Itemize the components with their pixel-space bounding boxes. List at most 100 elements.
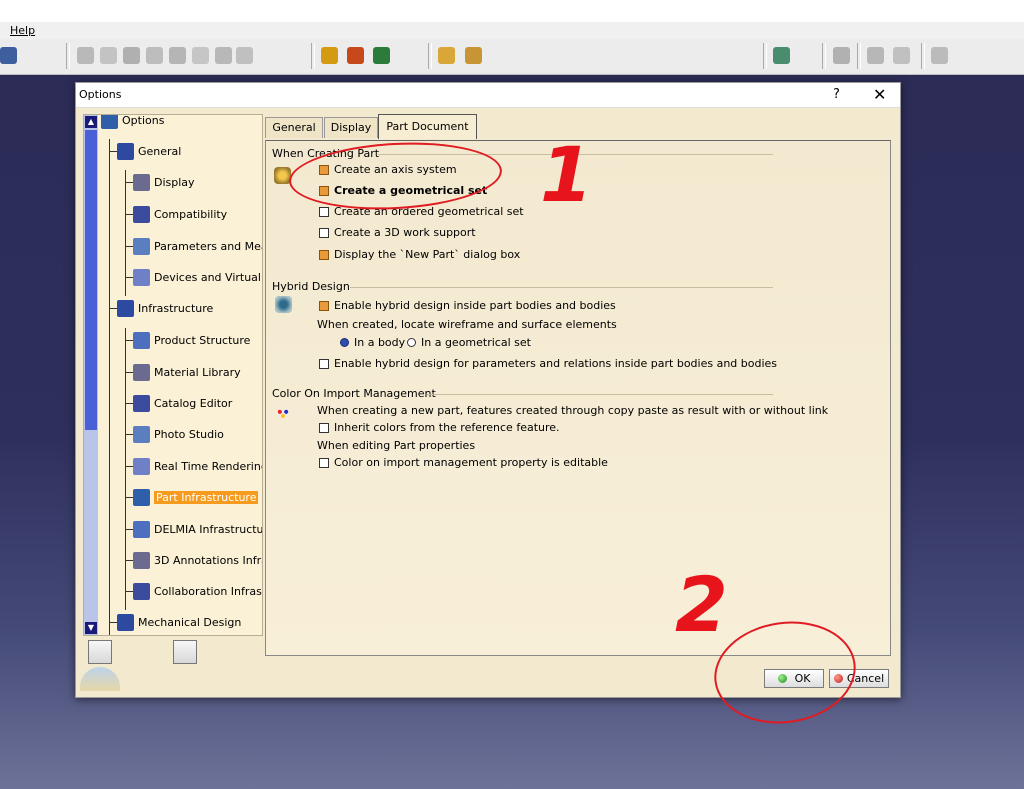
radio-in-geoset-option[interactable]: In a geometrical set bbox=[407, 336, 531, 349]
color-editable-option[interactable]: Color on import management property is e… bbox=[319, 456, 608, 469]
view-icon-1[interactable] bbox=[77, 47, 94, 64]
tree-line bbox=[125, 328, 126, 610]
tree-item-collaboration-infrast[interactable]: Collaboration Infrast bbox=[133, 583, 262, 600]
tree-item-label: Material Library bbox=[154, 366, 241, 379]
tool-icon-1[interactable] bbox=[0, 47, 17, 64]
create-option-checkbox[interactable] bbox=[319, 206, 329, 217]
view-icon-3[interactable] bbox=[123, 47, 140, 64]
real-time-rendering-icon bbox=[133, 458, 150, 475]
sketch-icon-1[interactable] bbox=[438, 47, 455, 64]
inherit-colors-option[interactable]: Inherit colors from the reference featur… bbox=[319, 421, 560, 434]
scroll-thumb[interactable] bbox=[85, 130, 97, 430]
tree-item-label: Display bbox=[154, 176, 195, 189]
inherit-colors-label: Inherit colors from the reference featur… bbox=[334, 421, 560, 434]
part-icon-2[interactable] bbox=[347, 47, 364, 64]
sketch-icon-2[interactable] bbox=[465, 47, 482, 64]
tree-item-part-infrastructure[interactable]: Part Infrastructure bbox=[133, 489, 259, 506]
tree-item-label: Catalog Editor bbox=[154, 397, 233, 410]
tree-down-button[interactable] bbox=[173, 640, 197, 664]
params-hybrid-checkbox[interactable] bbox=[319, 358, 329, 369]
create-option-checkbox[interactable] bbox=[319, 227, 329, 238]
tree-item-delmia-infrastructure[interactable]: DELMIA Infrastructure bbox=[133, 521, 263, 538]
tree-line bbox=[109, 139, 110, 635]
tree-item-parameters-and-meas[interactable]: Parameters and Meas bbox=[133, 238, 262, 255]
tree-item-infrastructure[interactable]: Infrastructure bbox=[117, 300, 213, 317]
color-editable-checkbox[interactable] bbox=[319, 457, 329, 468]
snap-icon[interactable] bbox=[931, 47, 948, 64]
tree-item-label: Options bbox=[122, 114, 165, 127]
close-button[interactable]: ✕ bbox=[873, 85, 886, 104]
create-option-3[interactable]: Create a 3D work support bbox=[319, 226, 476, 239]
enable-hybrid-option[interactable]: Enable hybrid design inside part bodies … bbox=[319, 299, 616, 312]
tree-item-label: General bbox=[138, 145, 182, 158]
tree-up-button[interactable] bbox=[88, 640, 112, 664]
tree-item-photo-studio[interactable]: Photo Studio bbox=[133, 426, 224, 443]
tree-item-display[interactable]: Display bbox=[133, 174, 195, 191]
view-icon-6[interactable] bbox=[192, 47, 209, 64]
toolbar-separator bbox=[822, 43, 826, 69]
toolbar-separator bbox=[66, 43, 70, 69]
catalog-editor-icon bbox=[133, 395, 150, 412]
part-icon-3[interactable] bbox=[373, 47, 390, 64]
material-icon[interactable] bbox=[773, 47, 790, 64]
help-button[interactable]: ? bbox=[833, 87, 840, 102]
globe-decoration bbox=[80, 667, 120, 691]
tab-display[interactable]: Display bbox=[324, 117, 378, 138]
view-icon-5[interactable] bbox=[169, 47, 186, 64]
grid-icon[interactable] bbox=[893, 47, 910, 64]
tree-item-label: Photo Studio bbox=[154, 428, 224, 441]
tree-item-label: Product Structure bbox=[154, 334, 251, 347]
general-icon bbox=[117, 143, 134, 160]
radio-in-body-label: In a body bbox=[354, 336, 406, 349]
tree-item-label: Real Time Rendering bbox=[154, 460, 263, 473]
create-option-4[interactable]: Display the `New Part` dialog box bbox=[319, 248, 520, 261]
group-hybrid-title: Hybrid Design bbox=[272, 280, 350, 293]
tree-item-label: DELMIA Infrastructure bbox=[154, 523, 263, 536]
tree-item-product-structure[interactable]: Product Structure bbox=[133, 332, 250, 349]
radio-in-body[interactable] bbox=[340, 338, 349, 347]
radio-in-geoset[interactable] bbox=[407, 338, 416, 347]
create-option-checkbox[interactable] bbox=[319, 249, 329, 260]
scroll-up-icon[interactable]: ▲ bbox=[85, 116, 97, 128]
radio-in-geoset-label: In a geometrical set bbox=[421, 336, 531, 349]
collaboration-icon bbox=[133, 583, 150, 600]
tree-item-catalog-editor[interactable]: Catalog Editor bbox=[133, 395, 232, 412]
enable-hybrid-checkbox[interactable] bbox=[319, 300, 329, 311]
scroll-down-icon[interactable]: ▼ bbox=[85, 622, 97, 634]
options-tree-icon bbox=[101, 115, 118, 129]
tab-part-document[interactable]: Part Document bbox=[378, 114, 477, 139]
view-icon-4[interactable] bbox=[146, 47, 163, 64]
tree-item-3d-annotations-infra[interactable]: 3D Annotations Infra bbox=[133, 552, 263, 569]
tree-item-compatibility[interactable]: Compatibility bbox=[133, 206, 227, 223]
mechanical-design-icon bbox=[117, 614, 134, 631]
measure-icon-1[interactable] bbox=[833, 47, 850, 64]
view-icon-8[interactable] bbox=[236, 47, 253, 64]
tree-item-general[interactable]: General bbox=[117, 143, 181, 160]
tree-item-options[interactable]: Options bbox=[101, 114, 165, 129]
tree-item-label: 3D Annotations Infra bbox=[154, 554, 263, 567]
tree-item-devices-and-virtual-r[interactable]: Devices and Virtual R bbox=[133, 269, 262, 286]
tree-item-real-time-rendering[interactable]: Real Time Rendering bbox=[133, 458, 263, 475]
view-icon-7[interactable] bbox=[215, 47, 232, 64]
dialog-title-bar[interactable]: Options ? ✕ bbox=[76, 83, 900, 108]
toolbar-separator bbox=[857, 43, 861, 69]
editing-text: When editing Part properties bbox=[317, 439, 476, 452]
part-icon-1[interactable] bbox=[321, 47, 338, 64]
radio-in-body-option[interactable]: In a body bbox=[340, 336, 405, 349]
tree-item-mechanical-design[interactable]: Mechanical Design bbox=[117, 614, 241, 631]
tree-item-label: Mechanical Design bbox=[138, 616, 242, 629]
create-option-label: Display the `New Part` dialog box bbox=[334, 248, 521, 261]
tree-scrollbar[interactable]: ▲ ▼ bbox=[84, 115, 98, 635]
photo-studio-icon bbox=[133, 426, 150, 443]
color-editable-label: Color on import management property is e… bbox=[334, 456, 608, 469]
palette-icon bbox=[275, 407, 291, 419]
inherit-colors-checkbox[interactable] bbox=[319, 422, 329, 433]
params-hybrid-option[interactable]: Enable hybrid design for parameters and … bbox=[319, 357, 777, 370]
menu-help[interactable]: Help bbox=[10, 24, 35, 37]
view-icon-2[interactable] bbox=[100, 47, 117, 64]
tree-item-material-library[interactable]: Material Library bbox=[133, 364, 241, 381]
tab-general[interactable]: General bbox=[265, 117, 323, 138]
enable-hybrid-label: Enable hybrid design inside part bodies … bbox=[334, 299, 616, 312]
hybrid-gear-icon bbox=[275, 296, 292, 313]
measure-icon-2[interactable] bbox=[867, 47, 884, 64]
